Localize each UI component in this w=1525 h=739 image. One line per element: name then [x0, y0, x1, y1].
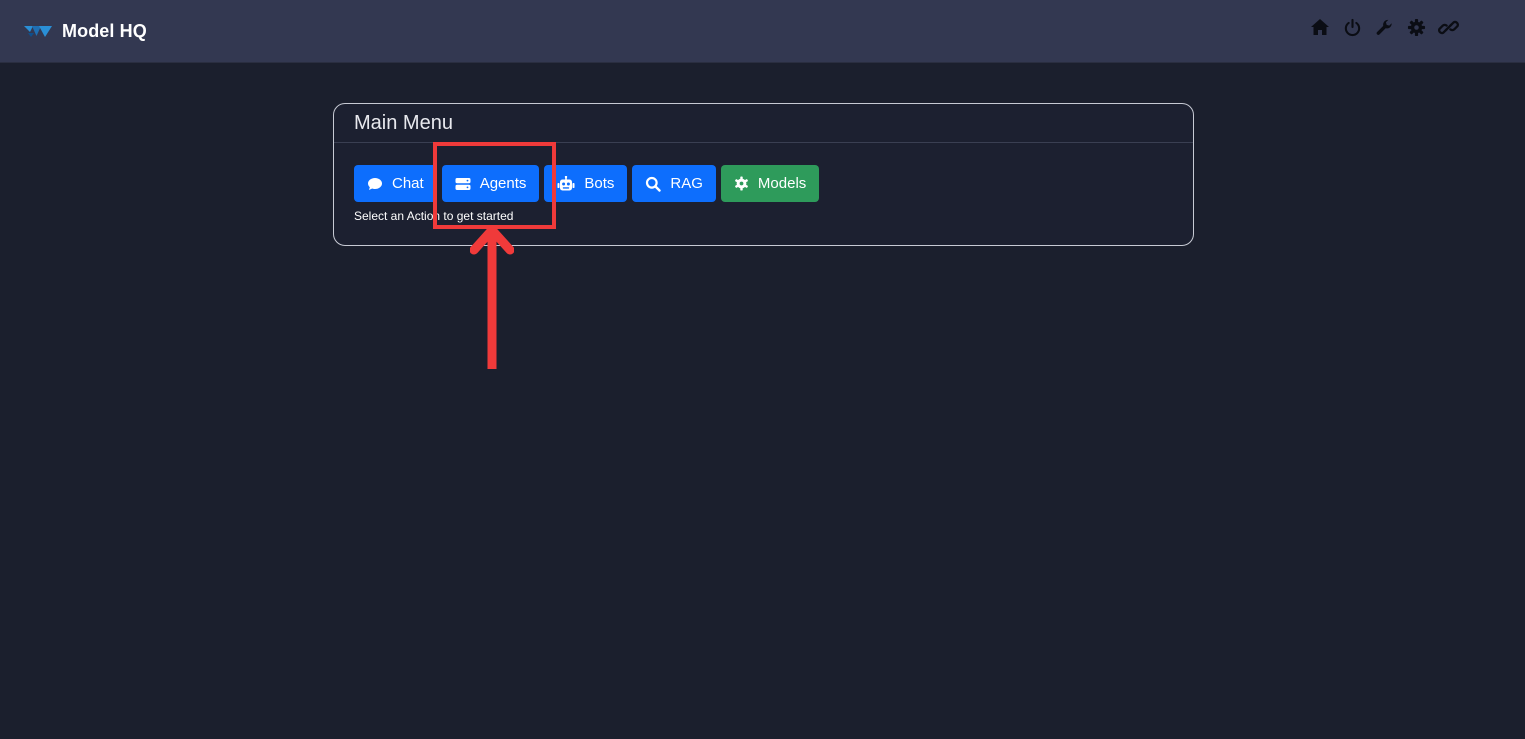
cog-icon — [734, 176, 748, 191]
models-button[interactable]: Models — [720, 165, 820, 202]
annotation-arrow-icon — [470, 225, 514, 369]
model-hq-logo-icon — [24, 26, 52, 37]
wrench-icon[interactable] — [1373, 16, 1395, 38]
rag-button-label: RAG — [670, 175, 703, 192]
bots-button-label: Bots — [584, 175, 615, 192]
hint-text: Select an Action to get started — [354, 209, 514, 223]
app-title: Model HQ — [62, 20, 147, 41]
main-menu-panel: Main Menu Chat Agents Bots RAG Models Se… — [333, 103, 1194, 246]
home-icon[interactable] — [1309, 16, 1331, 38]
power-icon[interactable] — [1341, 16, 1363, 38]
top-navbar: Model HQ — [0, 0, 1525, 63]
agents-button-label: Agents — [479, 175, 527, 192]
chat-bubble-icon — [368, 177, 382, 190]
header-icon-group — [1309, 16, 1469, 38]
brand[interactable]: Model HQ — [24, 18, 147, 44]
search-icon — [646, 176, 662, 192]
action-button-group: Chat Agents Bots RAG Models — [354, 165, 824, 202]
panel-title: Main Menu — [334, 104, 1193, 143]
link-icon[interactable] — [1437, 16, 1459, 38]
chat-button[interactable]: Chat — [354, 165, 437, 202]
server-icon — [455, 177, 471, 190]
rag-button[interactable]: RAG — [632, 165, 716, 202]
gear-icon[interactable] — [1405, 16, 1427, 38]
agents-button[interactable]: Agents — [441, 165, 540, 202]
chat-button-label: Chat — [392, 175, 424, 192]
models-button-label: Models — [757, 175, 807, 192]
bots-button[interactable]: Bots — [544, 165, 628, 202]
robot-icon — [557, 175, 575, 190]
